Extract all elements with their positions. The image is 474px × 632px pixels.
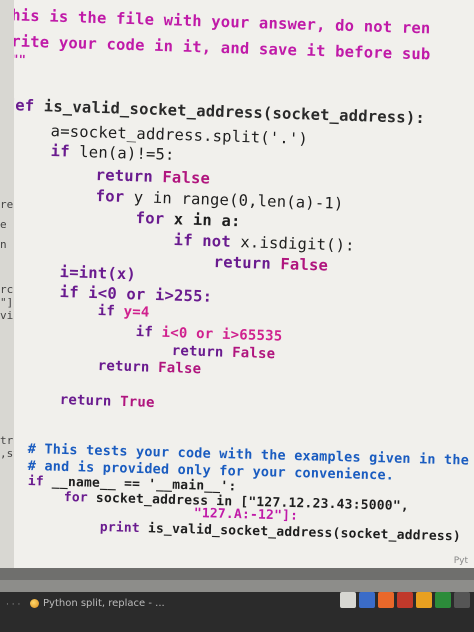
left-window-edge: re e n rc "] vi tr( ,st	[0, 0, 14, 568]
if-keyword: if	[59, 283, 89, 302]
true-literal: True	[119, 393, 155, 411]
docstring-line-2: Write your code in it, and save it befor…	[14, 32, 431, 64]
tray-app-icon[interactable]	[435, 592, 451, 608]
return-keyword: return	[97, 358, 159, 376]
gutter-fragment: rc	[0, 283, 14, 296]
gutter-fragment: re	[0, 198, 14, 211]
return-true-line: return True	[59, 392, 154, 411]
false-literal: False	[157, 359, 202, 378]
if-keyword: if	[97, 303, 124, 320]
int-assign-line: i=int(x)	[59, 263, 137, 284]
status-label: Pyt	[453, 556, 468, 566]
if-not-keyword: if not	[173, 231, 241, 252]
return-false-line-2: return False	[213, 253, 328, 275]
print-line: print is_valid_socket_address(socket_add…	[100, 520, 461, 544]
system-tray	[340, 592, 470, 608]
for-keyword: for	[135, 209, 175, 229]
taskbar-dots: · · ·	[6, 600, 21, 610]
return-keyword: return	[59, 392, 121, 410]
tray-app-icon[interactable]	[378, 592, 394, 608]
if-port-condition: i<0 or i>65535	[161, 324, 283, 345]
return-false-line-4: return False	[97, 358, 201, 377]
return-keyword: return	[171, 343, 233, 361]
if-len-line: if len(a)!=5:	[50, 142, 174, 164]
for-keyword: for	[95, 187, 135, 207]
return-false-line-1: return False	[95, 166, 210, 188]
tray-app-icon[interactable]	[416, 592, 432, 608]
tray-app-icon[interactable]	[397, 592, 413, 608]
for-x-line: for x in a:	[135, 209, 240, 230]
docstring-line-1: This is the file with your answer, do no…	[14, 6, 431, 38]
taskbar-item-label: Python split, replace - ...	[43, 597, 165, 609]
if-y-line: if y=4	[97, 303, 149, 321]
return-keyword: return	[213, 253, 281, 274]
taskbar-divider	[0, 580, 474, 592]
gutter-fragment: n	[0, 238, 7, 251]
gutter-fragment: vi	[0, 309, 14, 322]
python-app-icon	[30, 598, 39, 608]
gutter-fragment: ,st	[0, 447, 14, 460]
print-call: is_valid_socket_address(socket_address)	[147, 521, 462, 545]
tray-app-icon[interactable]	[359, 592, 375, 608]
if-keyword: if	[50, 142, 80, 161]
def-keyword: def	[14, 96, 35, 115]
for-x-expression: x in a:	[173, 210, 241, 231]
for-range-line: for y in range(0,len(a)-1)	[95, 187, 343, 213]
false-literal: False	[280, 255, 329, 275]
gutter-fragment: e	[0, 218, 7, 231]
gutter-fragment: tr(	[0, 434, 14, 447]
if-range-line: if i<0 or i>255:	[59, 283, 212, 306]
taskbar: · · · Python split, replace - ...	[0, 580, 474, 632]
if-keyword: if	[135, 324, 162, 341]
isdigit-call: x.isdigit():	[240, 233, 356, 255]
code-editor[interactable]: This is the file with your answer, do no…	[14, 0, 474, 568]
if-port-line: if i<0 or i>65535	[135, 324, 282, 345]
tray-app-icon[interactable]	[340, 592, 356, 608]
if-y-condition: y=4	[123, 303, 150, 321]
docstring-line-3: """	[14, 52, 27, 67]
false-literal: False	[162, 168, 211, 188]
if-len-condition: len(a)!=5:	[79, 142, 175, 164]
if-keyword: if	[27, 474, 53, 490]
gutter-fragment: "]	[0, 296, 14, 309]
for-keyword: for	[63, 490, 97, 506]
taskbar-item-python[interactable]: Python split, replace - ...	[30, 594, 165, 612]
return-keyword: return	[95, 166, 163, 187]
tray-app-icon[interactable]	[454, 592, 470, 608]
false-literal: False	[231, 344, 276, 363]
for-main-continuation: "127.A:-12"]:	[193, 506, 299, 524]
if-not-digit-line: if not x.isdigit():	[173, 231, 355, 255]
return-false-line-3: return False	[171, 343, 275, 362]
print-keyword: print	[99, 520, 149, 537]
